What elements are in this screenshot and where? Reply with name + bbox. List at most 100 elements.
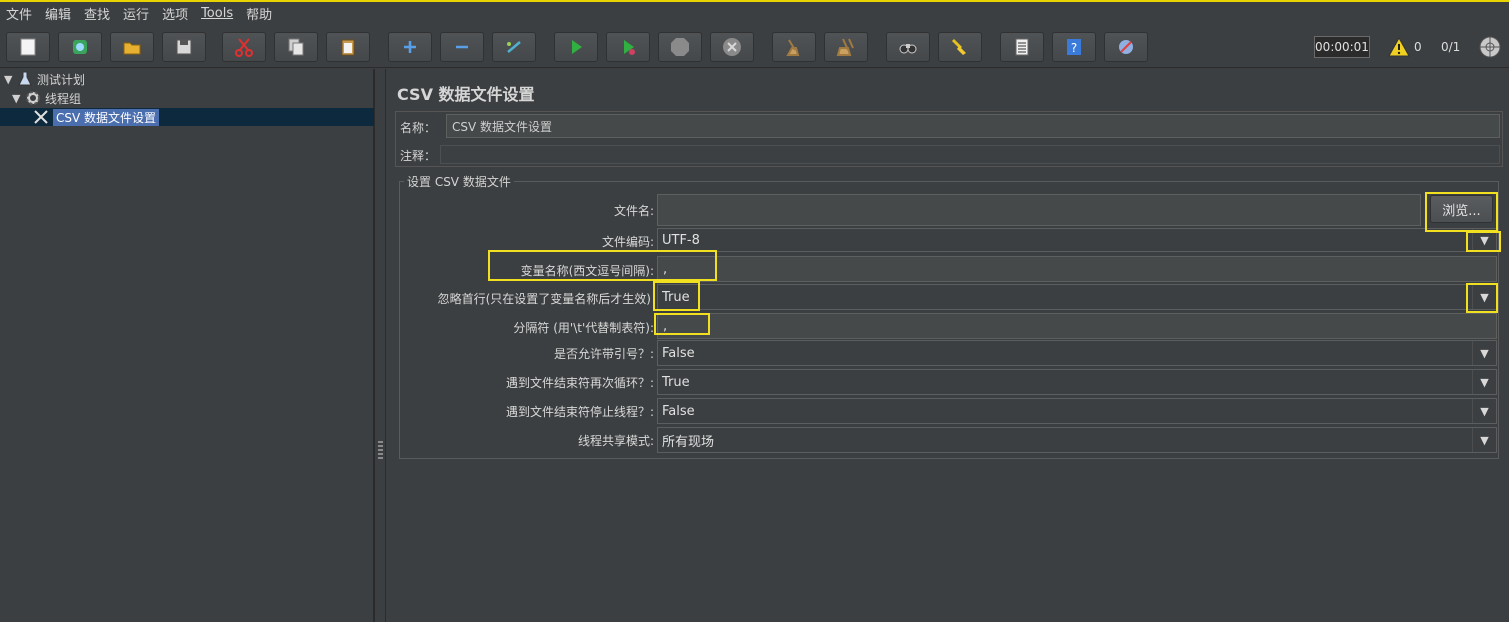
open-folder-icon <box>123 42 141 55</box>
dropdown-arrow-icon[interactable]: ▼ <box>1472 229 1496 251</box>
list-icon <box>1015 38 1029 56</box>
remote-globe-icon <box>1479 36 1501 58</box>
recycle-on-eof-label: 遇到文件结束符再次循环？: <box>505 376 654 390</box>
function-helper-button[interactable] <box>1000 32 1044 62</box>
dropdown-arrow-icon[interactable]: ▼ <box>1472 428 1496 452</box>
allow-quoted-label: 是否允许带引号？: <box>553 347 654 361</box>
remote-status <box>1478 35 1502 59</box>
reset-search-button[interactable] <box>938 32 982 62</box>
comment-input[interactable] <box>440 145 1500 164</box>
clear-all-button[interactable] <box>824 32 868 62</box>
dropdown-arrow-icon[interactable]: ▼ <box>1472 285 1496 309</box>
help-icon: ? <box>1067 39 1081 55</box>
templates-icon <box>73 40 87 54</box>
splitter-grip-icon[interactable] <box>378 441 383 461</box>
menu-file[interactable]: 文件 <box>6 4 32 23</box>
clear-broom-icon <box>786 39 800 56</box>
tree-node-label: 线程组 <box>45 91 82 106</box>
tree-node-label: 测试计划 <box>37 72 86 87</box>
tree-node-test-plan[interactable]: ▼ 测试计划 <box>4 70 85 88</box>
menu-help[interactable]: 帮助 <box>246 4 272 23</box>
help-button[interactable]: ? <box>1052 32 1096 62</box>
recycle-on-eof-value: True <box>662 374 690 390</box>
tree-node-csv-config[interactable]: CSV 数据文件设置 <box>32 108 160 126</box>
menu-bar: 文件 编辑 查找 运行 选项 Tools 帮助 <box>0 2 1509 24</box>
menu-search[interactable]: 查找 <box>84 4 110 23</box>
delimiter-input[interactable]: , <box>657 313 1497 339</box>
variable-names-input[interactable]: , <box>657 256 1497 282</box>
ignore-first-line-combo[interactable]: True ▼ <box>657 284 1497 310</box>
stop-on-eof-combo[interactable]: False ▼ <box>657 398 1497 424</box>
remote-icon <box>1119 40 1133 54</box>
encoding-combo[interactable]: UTF-8 ▼ <box>657 228 1497 252</box>
filename-input[interactable] <box>657 194 1421 226</box>
clear-all-icon <box>836 38 854 56</box>
ignore-first-line-label: 忽略首行(只在设置了变量名称后才生效) <box>437 292 651 306</box>
open-button[interactable] <box>110 32 154 62</box>
clear-button[interactable] <box>772 32 816 62</box>
browse-button[interactable]: 浏览... <box>1430 195 1493 223</box>
dropdown-arrow-icon[interactable]: ▼ <box>1472 399 1496 423</box>
menu-options[interactable]: 选项 <box>162 4 188 23</box>
menu-edit[interactable]: 编辑 <box>45 4 71 23</box>
sharing-mode-combo[interactable]: 所有现场 ▼ <box>657 427 1497 453</box>
filename-label: 文件名: <box>613 204 654 218</box>
toggle-button[interactable] <box>492 32 536 62</box>
stop-on-eof-label: 遇到文件结束符停止线程？: <box>505 405 654 419</box>
menu-tools[interactable]: Tools <box>201 6 233 21</box>
warning-icon <box>1388 37 1410 57</box>
play-no-timer-icon <box>624 40 635 55</box>
ignore-first-line-value: True <box>662 289 690 305</box>
toolbar: ? 0 0/1 <box>0 24 1509 68</box>
shutdown-button[interactable] <box>710 32 754 62</box>
minus-icon <box>456 45 468 49</box>
expand-button[interactable] <box>388 32 432 62</box>
start-no-pause-button[interactable] <box>606 32 650 62</box>
templates-button[interactable] <box>58 32 102 62</box>
warning-indicator[interactable]: 0 <box>1388 35 1422 59</box>
paste-button[interactable] <box>326 32 370 62</box>
allow-quoted-combo[interactable]: False ▼ <box>657 340 1497 366</box>
stop-icon <box>671 38 689 56</box>
dropdown-arrow-icon[interactable]: ▼ <box>1472 370 1496 394</box>
menu-run[interactable]: 运行 <box>123 4 149 23</box>
new-button[interactable] <box>6 32 50 62</box>
comment-label: 注释： <box>400 149 437 163</box>
thread-count: 0/1 <box>1441 40 1461 54</box>
elapsed-timer: 00:00:01 <box>1314 36 1370 58</box>
plus-icon <box>404 41 416 53</box>
csv-config-panel: CSV 数据文件设置 名称： CSV 数据文件设置 注释： 设置 CSV 数据文… <box>387 69 1509 622</box>
collapse-button[interactable] <box>440 32 484 62</box>
csv-settings-group-title: 设置 CSV 数据文件 <box>404 173 514 190</box>
play-icon <box>572 40 582 54</box>
sharing-mode-label: 线程共享模式: <box>577 434 654 448</box>
start-button[interactable] <box>554 32 598 62</box>
expanded-arrow-icon[interactable]: ▼ <box>12 92 24 105</box>
sharing-mode-value: 所有现场 <box>662 434 715 450</box>
encoding-value: UTF-8 <box>662 232 700 248</box>
reset-broom-icon <box>951 38 966 55</box>
remote-button[interactable] <box>1104 32 1148 62</box>
tree-node-thread-group[interactable]: ▼ 线程组 <box>12 89 81 107</box>
paste-icon <box>341 39 355 56</box>
shutdown-icon <box>723 38 741 56</box>
save-button[interactable] <box>162 32 206 62</box>
toggle-icon <box>507 41 521 53</box>
pane-splitter[interactable] <box>374 69 386 622</box>
test-plan-tree <box>0 69 374 622</box>
dropdown-arrow-icon[interactable]: ▼ <box>1472 341 1496 365</box>
stop-on-eof-value: False <box>662 403 695 419</box>
warning-count: 0 <box>1414 40 1422 54</box>
allow-quoted-value: False <box>662 345 695 361</box>
copy-icon <box>288 38 304 56</box>
recycle-on-eof-combo[interactable]: True ▼ <box>657 369 1497 395</box>
encoding-label: 文件编码: <box>601 235 654 249</box>
name-input[interactable]: CSV 数据文件设置 <box>446 114 1500 138</box>
search-button[interactable] <box>886 32 930 62</box>
expanded-arrow-icon[interactable]: ▼ <box>4 73 16 86</box>
cut-button[interactable] <box>222 32 266 62</box>
tools-wrench-icon <box>32 108 50 126</box>
stop-button[interactable] <box>658 32 702 62</box>
copy-button[interactable] <box>274 32 318 62</box>
flask-icon <box>16 70 34 88</box>
